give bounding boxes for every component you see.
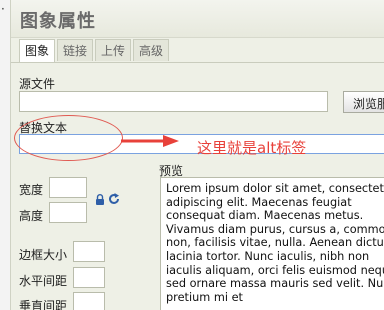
width-input[interactable] [49,177,87,198]
height-label: 高度 [19,209,44,223]
height-input[interactable] [49,202,87,223]
hspace-input[interactable] [73,267,105,288]
border-size-input[interactable] [73,241,105,262]
dialog-title: 图象属性 [20,11,96,32]
hspace-label: 水平间距 [19,274,68,288]
vspace-input[interactable] [73,292,105,310]
preview-text: Lorem ipsum dolor sit amet, consectetuer… [166,182,384,304]
vspace-label: 垂直间距 [19,299,68,310]
source-file-input[interactable] [19,91,328,112]
image-tab-panel: 源文件 浏览服务 替换文本 这里就是alt标签 宽度 高度 边框大小 水平间距 … [11,62,384,310]
preview-box: Lorem ipsum dolor sit amet, consectetuer… [160,177,384,310]
annotation-ellipse [14,115,123,161]
tab-upload[interactable]: 上传 [95,39,132,61]
reset-size-icon[interactable] [108,193,120,205]
lock-icon[interactable] [95,194,105,205]
background-text: · [1,2,5,16]
tab-image[interactable]: 图象 [19,39,56,62]
image-properties-dialog: 图象属性 图象 链接 上传 高级 源文件 浏览服务 替换文本 这里就是alt标签… [10,0,384,310]
source-file-label: 源文件 [19,77,56,91]
dialog-titlebar[interactable]: 图象属性 [11,0,384,38]
browse-server-button[interactable]: 浏览服务 [343,91,384,113]
width-label: 宽度 [19,183,44,197]
annotation-text: 这里就是alt标签 [197,139,307,157]
border-size-label: 边框大小 [19,248,68,262]
tab-advanced[interactable]: 高级 [133,39,170,61]
tab-bar: 图象 链接 上传 高级 [19,39,170,62]
annotation-arrow [121,135,179,147]
tab-link[interactable]: 链接 [57,39,94,61]
